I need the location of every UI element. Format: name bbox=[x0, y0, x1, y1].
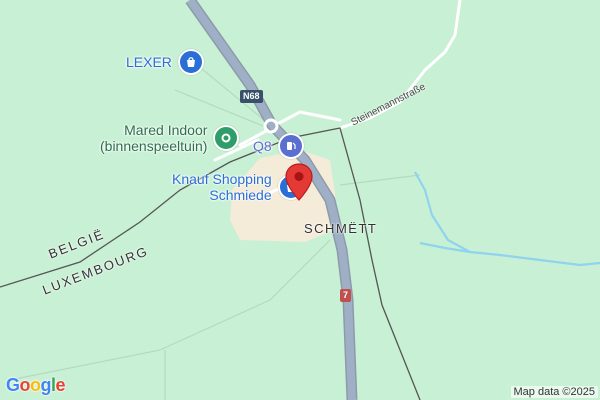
poi-q8-label: Q8 bbox=[253, 138, 272, 154]
logo-letter: o bbox=[30, 375, 41, 395]
map-attribution[interactable]: Map data ©2025 bbox=[510, 386, 598, 398]
map-canvas[interactable]: N68 7 Steinemannstraße LEXER Mared Indoo… bbox=[0, 0, 600, 400]
google-logo[interactable]: Google bbox=[6, 375, 66, 396]
poi-lexer[interactable]: LEXER bbox=[126, 49, 204, 75]
poi-knauf-shopping[interactable]: Knauf Shopping Schmiede bbox=[172, 171, 304, 203]
poi-mared-label-line1: Mared Indoor bbox=[124, 122, 208, 138]
poi-mared-indoor[interactable]: Mared Indoor (binnenspeeltuin) bbox=[100, 122, 240, 154]
shopping-bag-icon bbox=[177, 49, 204, 75]
road-shield-7: 7 bbox=[340, 289, 352, 302]
leisure-icon bbox=[213, 125, 240, 151]
road-shield-n68: N68 bbox=[240, 90, 263, 103]
location-pin-icon[interactable] bbox=[285, 163, 313, 206]
poi-lexer-label: LEXER bbox=[126, 54, 172, 70]
poi-q8[interactable]: Q8 bbox=[253, 133, 304, 159]
gas-station-icon bbox=[277, 133, 304, 159]
logo-letter: e bbox=[55, 375, 66, 395]
poi-knauf-label-line2: Schmiede bbox=[209, 187, 272, 203]
place-label-schmett: SCHMËTT bbox=[304, 221, 378, 236]
logo-letter: o bbox=[19, 375, 31, 395]
poi-mared-label-line2: (binnenspeeltuin) bbox=[100, 138, 208, 154]
logo-letter: G bbox=[6, 375, 20, 395]
logo-letter: g bbox=[40, 375, 52, 395]
poi-knauf-label-line1: Knauf Shopping bbox=[172, 171, 272, 187]
